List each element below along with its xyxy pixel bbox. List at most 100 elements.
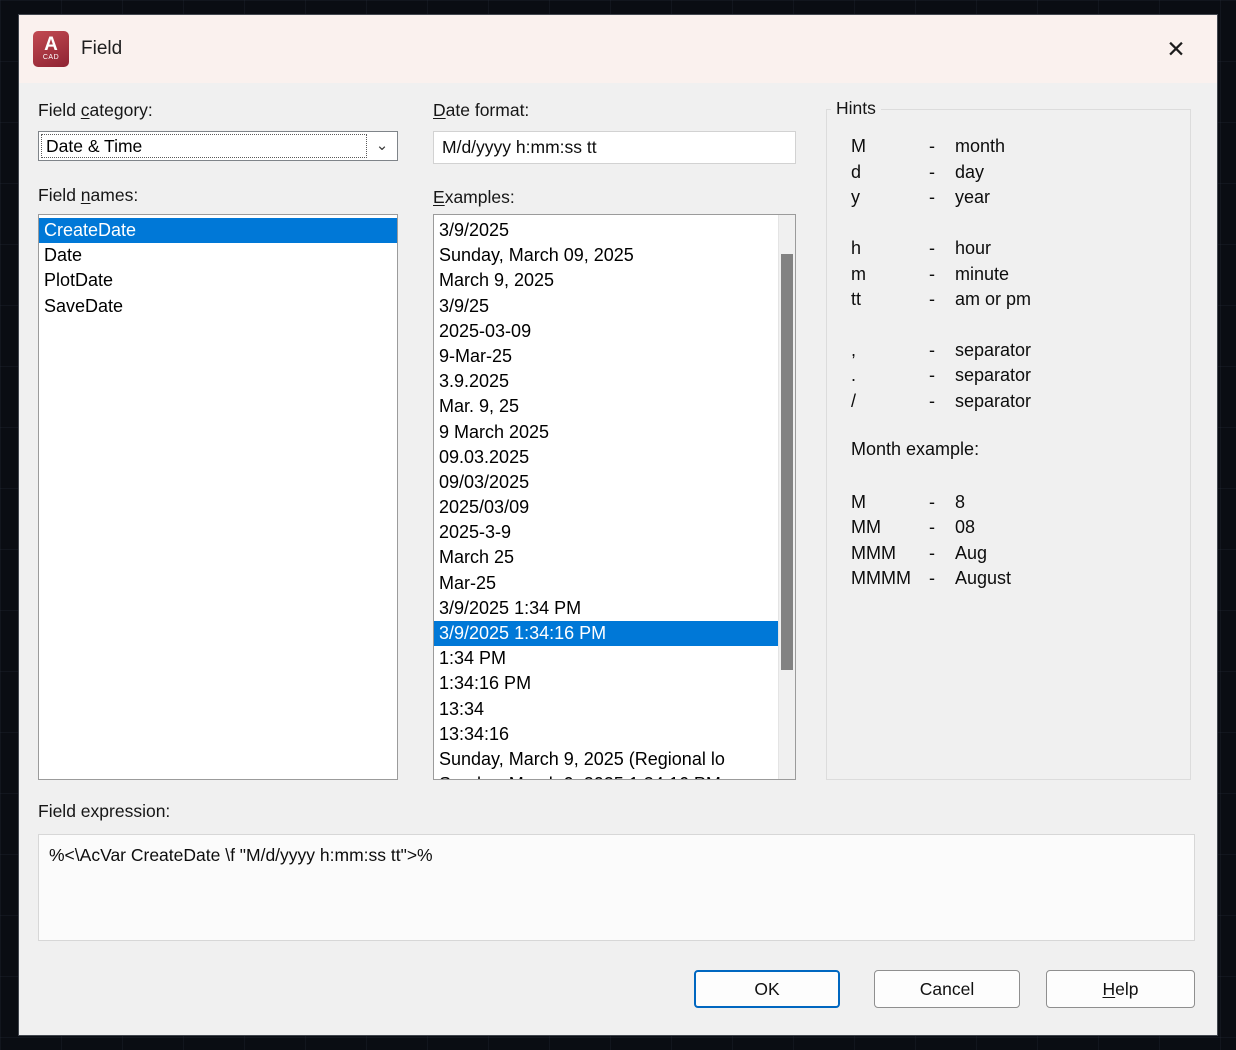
- example-item[interactable]: 3/9/2025 1:34:16 PM: [434, 621, 778, 646]
- hint-key: MM: [851, 517, 929, 538]
- month-example-label: Month example:: [851, 439, 1190, 465]
- hint-key: ,: [851, 340, 929, 361]
- scrollbar-thumb[interactable]: [781, 254, 793, 670]
- example-item[interactable]: 1:34:16 PM: [434, 671, 778, 696]
- hint-dash: -: [929, 162, 955, 183]
- example-item[interactable]: March 9, 2025: [434, 268, 778, 293]
- help-button[interactable]: Help: [1046, 970, 1195, 1008]
- example-item[interactable]: 2025-3-9: [434, 520, 778, 545]
- example-item[interactable]: 2025-03-09: [434, 319, 778, 344]
- hint-row: h-hour: [851, 236, 1190, 262]
- example-item[interactable]: 13:34: [434, 697, 778, 722]
- hint-key: MMM: [851, 543, 929, 564]
- ok-button[interactable]: OK: [694, 970, 840, 1008]
- field-names-label: Field names:: [38, 185, 138, 206]
- examples-items: 3/9/2025 Sunday, March 09, 2025 March 9,…: [434, 218, 778, 780]
- field-category-label: Field category:: [38, 100, 153, 121]
- hint-dash: -: [929, 238, 955, 259]
- field-name-item[interactable]: SaveDate: [39, 294, 397, 319]
- example-item[interactable]: Sunday, March 9, 2025 (Regional lo: [434, 747, 778, 772]
- month-example-row: M-8: [851, 489, 1190, 515]
- hint-key: .: [851, 365, 929, 386]
- example-item[interactable]: Mar. 9, 25: [434, 394, 778, 419]
- hints-content: M-month d-day y-year h-hour m-minute tt-…: [827, 110, 1190, 592]
- hint-dash: -: [929, 492, 955, 513]
- hint-key: /: [851, 391, 929, 412]
- example-item[interactable]: 3/9/2025 1:34 PM: [434, 596, 778, 621]
- hint-dash: -: [929, 543, 955, 564]
- close-button[interactable]: ✕: [1157, 30, 1195, 68]
- field-name-item[interactable]: Date: [39, 243, 397, 268]
- hint-row: M-month: [851, 134, 1190, 160]
- field-name-item[interactable]: PlotDate: [39, 268, 397, 293]
- field-expression-label: Field expression:: [38, 801, 170, 822]
- example-item[interactable]: 3/9/25: [434, 294, 778, 319]
- hint-value: month: [955, 136, 1005, 157]
- hint-key: tt: [851, 289, 929, 310]
- example-item[interactable]: Mar-25: [434, 571, 778, 596]
- example-item[interactable]: 9 March 2025: [434, 420, 778, 445]
- hint-value: 8: [955, 492, 965, 513]
- hint-value: separator: [955, 365, 1031, 386]
- hint-dash: -: [929, 517, 955, 538]
- hints-group: Hints M-month d-day y-year h-hour m-minu…: [826, 109, 1191, 780]
- examples-list[interactable]: 3/9/2025 Sunday, March 09, 2025 March 9,…: [433, 214, 796, 780]
- example-item[interactable]: 2025/03/09: [434, 495, 778, 520]
- month-example-row: MMMM-August: [851, 566, 1190, 592]
- logo-letter: A: [44, 36, 58, 54]
- date-format-input[interactable]: [433, 131, 796, 164]
- example-item[interactable]: 09/03/2025: [434, 470, 778, 495]
- autocad-logo-icon: A CAD: [33, 31, 69, 67]
- hint-key: y: [851, 187, 929, 208]
- field-dialog: A CAD Field ✕ Field category: Date & Tim…: [18, 14, 1218, 1036]
- hint-key: MMMM: [851, 568, 929, 589]
- example-item[interactable]: 1:34 PM: [434, 646, 778, 671]
- hint-dash: -: [929, 264, 955, 285]
- hint-row: y-year: [851, 185, 1190, 211]
- hint-value: 08: [955, 517, 975, 538]
- hint-value: separator: [955, 391, 1031, 412]
- hint-value: separator: [955, 340, 1031, 361]
- field-category-value[interactable]: Date & Time: [41, 134, 367, 158]
- example-item[interactable]: 13:34:16: [434, 722, 778, 747]
- example-item[interactable]: 9-Mar-25: [434, 344, 778, 369]
- hint-key: h: [851, 238, 929, 259]
- hint-dash: -: [929, 340, 955, 361]
- example-item[interactable]: March 25: [434, 545, 778, 570]
- example-item[interactable]: Sunday, March 9, 2025 1:34:16 PM: [434, 772, 778, 780]
- hints-title: Hints: [831, 98, 881, 119]
- hint-value: August: [955, 568, 1011, 589]
- field-name-item[interactable]: CreateDate: [39, 218, 397, 243]
- hint-value: year: [955, 187, 990, 208]
- example-item[interactable]: 3/9/2025: [434, 218, 778, 243]
- hint-row: tt-am or pm: [851, 287, 1190, 313]
- hint-row: ,-separator: [851, 338, 1190, 364]
- hint-key: d: [851, 162, 929, 183]
- hint-key: m: [851, 264, 929, 285]
- hint-value: am or pm: [955, 289, 1031, 310]
- field-expression-box[interactable]: %<\AcVar CreateDate \f "M/d/yyyy h:mm:ss…: [38, 834, 1195, 941]
- hint-dash: -: [929, 289, 955, 310]
- hint-row: .-separator: [851, 363, 1190, 389]
- hint-row: m-minute: [851, 261, 1190, 287]
- month-example-row: MMM-Aug: [851, 541, 1190, 567]
- titlebar[interactable]: A CAD Field: [19, 15, 1217, 83]
- dialog-title: Field: [81, 38, 122, 60]
- hint-dash: -: [929, 365, 955, 386]
- cancel-button[interactable]: Cancel: [874, 970, 1020, 1008]
- close-icon: ✕: [1166, 36, 1185, 63]
- example-item[interactable]: 3.9.2025: [434, 369, 778, 394]
- month-example-row: MM-08: [851, 515, 1190, 541]
- hint-key: M: [851, 492, 929, 513]
- field-category-select[interactable]: Date & Time ⌄: [38, 131, 398, 161]
- examples-scrollbar[interactable]: [778, 215, 795, 779]
- logo-sub: CAD: [43, 54, 59, 62]
- example-item[interactable]: Sunday, March 09, 2025: [434, 243, 778, 268]
- example-item[interactable]: 09.03.2025: [434, 445, 778, 470]
- examples-label: Examples:: [433, 187, 515, 208]
- chevron-down-icon[interactable]: ⌄: [367, 132, 397, 160]
- hint-dash: -: [929, 136, 955, 157]
- hint-key: M: [851, 136, 929, 157]
- field-names-list[interactable]: CreateDate Date PlotDate SaveDate: [38, 214, 398, 780]
- hint-dash: -: [929, 568, 955, 589]
